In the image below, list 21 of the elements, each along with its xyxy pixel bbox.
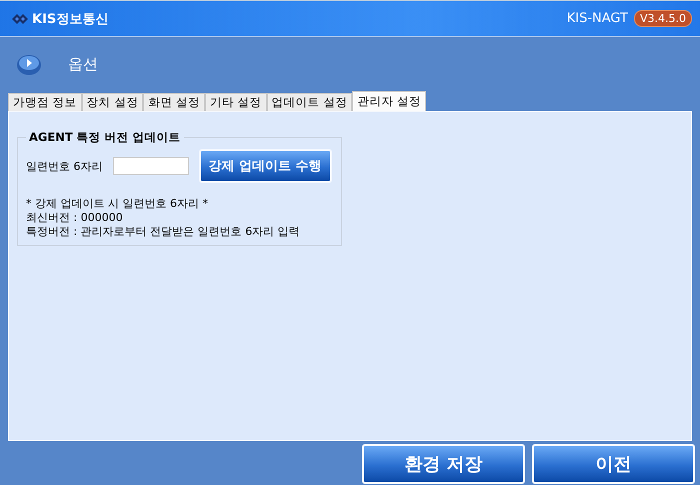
group-title: AGENT 특정 버전 업데이트 (28, 130, 182, 145)
tab[interactable]: 가맹점 정보 (8, 93, 82, 111)
brand-name: KIS정보통신 (32, 10, 108, 28)
tab[interactable]: 업데이트 설정 (266, 93, 352, 111)
tab[interactable]: 화면 설정 (143, 93, 205, 111)
product-name: KIS-NAGT (566, 11, 628, 26)
logo-icon (12, 14, 28, 24)
tab[interactable]: 장치 설정 (82, 93, 144, 111)
footer-button[interactable]: 이전 (532, 444, 695, 484)
tab[interactable]: 기타 설정 (204, 93, 267, 111)
serial-input-field[interactable] (112, 157, 188, 175)
note-text: 최신버전 : 000000 (26, 211, 124, 225)
note-text: 특정버전 : 관리자로부터 전달받은 일련번호 6자리 입력 (26, 225, 301, 239)
force-update-button[interactable]: 강제 업데이트 수행 (198, 149, 332, 183)
page-title: 옵션 (68, 55, 98, 74)
version-badge: V3.4.5.0 (634, 10, 692, 27)
play-icon (16, 54, 42, 76)
tab[interactable]: 관리자 설정 (352, 91, 426, 111)
note-text: * 강제 업데이트 시 일련번호 6자리 * (26, 197, 209, 211)
footer-button[interactable]: 환경 저장 (362, 444, 525, 484)
field-label: 일련번호 6자리 (26, 158, 102, 174)
